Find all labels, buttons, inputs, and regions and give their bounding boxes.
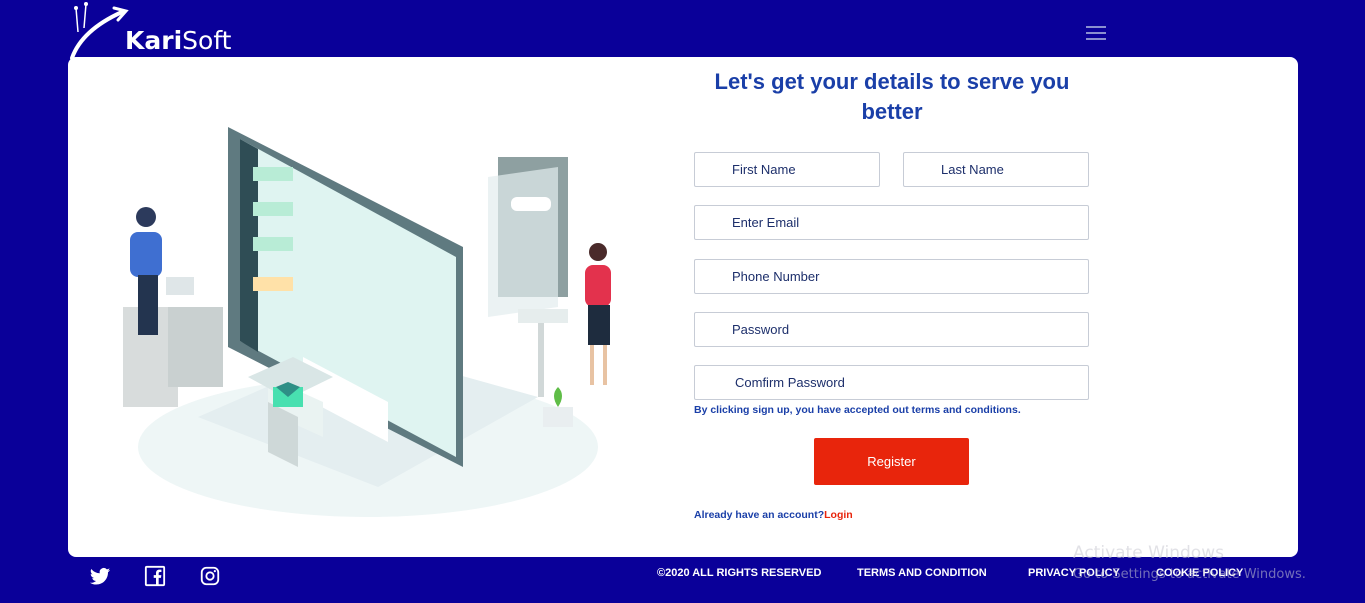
activate-windows-title: Activate Windows	[1073, 543, 1224, 563]
logo-arrow-icon	[70, 2, 129, 60]
instagram-icon[interactable]	[199, 565, 221, 587]
copyright-text: ©2020 ALL RIGHTS RESERVED	[657, 567, 822, 579]
login-prompt-text: Already have an account?	[694, 509, 825, 521]
terms-note: By clicking sign up, you have accepted o…	[694, 404, 1021, 416]
activate-windows-subtitle: Go to Settings to activate Windows.	[1073, 567, 1306, 582]
first-name-field[interactable]: First Name	[694, 152, 880, 187]
terms-link[interactable]: TERMS AND CONDITION	[857, 567, 987, 579]
register-button[interactable]: Register	[814, 438, 969, 485]
form-title: Let's get your details to serve you bett…	[714, 69, 1070, 124]
karisoft-logo[interactable]: KariSoft	[68, 2, 238, 60]
email-field[interactable]: Enter Email	[694, 205, 1089, 240]
twitter-icon[interactable]	[89, 565, 111, 587]
menu-hamburger-icon[interactable]	[1086, 26, 1106, 42]
login-prompt: Already have an account?Login	[694, 509, 853, 521]
brand-name: KariSoft	[125, 26, 232, 55]
registration-form: Let's get your details to serve you bett…	[694, 57, 1094, 557]
last-name-field[interactable]: Last Name	[903, 152, 1089, 187]
password-field[interactable]: Password	[694, 312, 1089, 347]
facebook-icon[interactable]	[144, 565, 166, 587]
phone-field[interactable]: Phone Number	[694, 259, 1089, 294]
registration-card: Let's get your details to serve you bett…	[68, 57, 1298, 557]
login-link[interactable]: Login	[824, 509, 853, 521]
workspace-illustration	[123, 127, 611, 517]
confirm-password-field[interactable]: Comfirm Password	[694, 365, 1089, 400]
top-bar: KariSoft	[0, 0, 1365, 60]
